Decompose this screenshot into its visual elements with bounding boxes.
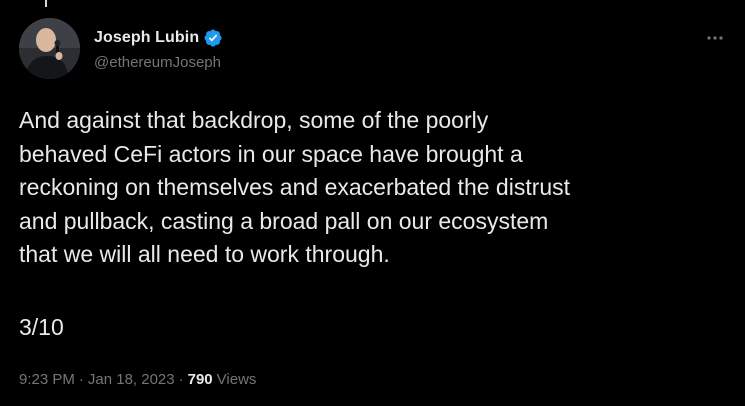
meta-separator: · [178, 371, 184, 388]
verified-badge-icon [203, 28, 223, 48]
thread-connector-line [45, 0, 47, 7]
author-handle[interactable]: @ethereumJoseph [94, 54, 221, 71]
meta-separator: · [78, 371, 84, 388]
tweet-metadata: 9:23 PM · Jan 18, 2023 · 790 Views [19, 371, 256, 388]
views-count: 790 [187, 371, 213, 388]
tweet-card: Joseph Lubin @ethereumJoseph And against… [0, 0, 745, 406]
tweet-date[interactable]: Jan 18, 2023 [88, 371, 175, 388]
more-options-button[interactable] [700, 26, 730, 50]
display-name[interactable]: Joseph Lubin [94, 29, 199, 47]
thread-position: 3/10 [19, 314, 64, 340]
tweet-time[interactable]: 9:23 PM [19, 371, 75, 388]
more-horizontal-icon [707, 36, 723, 40]
avatar[interactable] [19, 18, 80, 79]
avatar-photo [19, 18, 80, 79]
author-name-row[interactable]: Joseph Lubin [94, 28, 223, 48]
tweet-text: And against that backdrop, some of the p… [19, 107, 571, 267]
views-label: Views [216, 371, 257, 388]
